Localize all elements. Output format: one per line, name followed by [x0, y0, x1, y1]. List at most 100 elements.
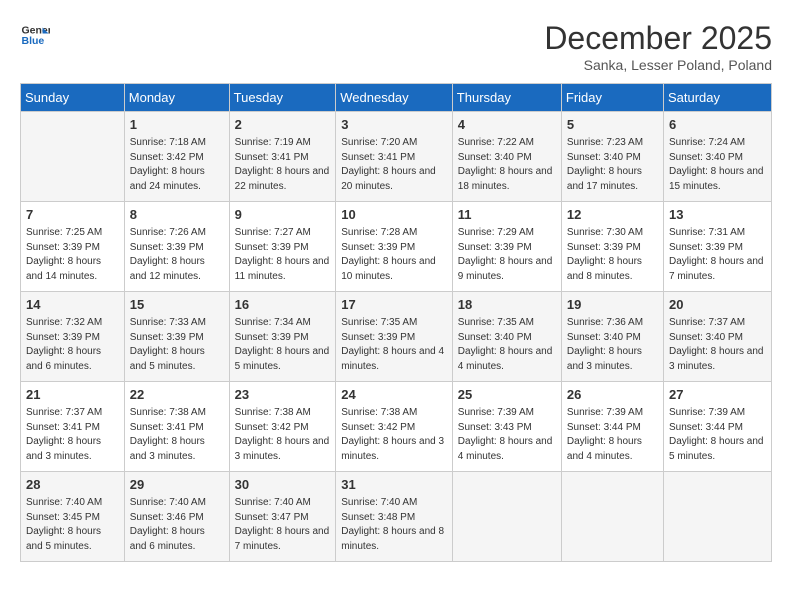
calendar-cell	[561, 472, 663, 562]
day-number: 17	[341, 296, 447, 314]
cell-info: Sunrise: 7:40 AMSunset: 3:46 PMDaylight:…	[130, 496, 224, 554]
col-friday: Friday	[561, 84, 663, 112]
cell-info: Sunrise: 7:23 AMSunset: 3:40 PMDaylight:…	[567, 136, 658, 194]
calendar-cell	[21, 112, 125, 202]
cell-info: Sunrise: 7:33 AMSunset: 3:39 PMDaylight:…	[130, 316, 224, 374]
calendar-week-4: 21 Sunrise: 7:37 AMSunset: 3:41 PMDayligh…	[21, 382, 772, 472]
day-number: 4	[458, 116, 556, 134]
cell-info: Sunrise: 7:38 AMSunset: 3:41 PMDaylight:…	[130, 406, 224, 464]
calendar-table: Sunday Monday Tuesday Wednesday Thursday…	[20, 83, 772, 562]
day-number: 11	[458, 206, 556, 224]
header-row: Sunday Monday Tuesday Wednesday Thursday…	[21, 84, 772, 112]
calendar-cell: 2 Sunrise: 7:19 AMSunset: 3:41 PMDaylight…	[229, 112, 336, 202]
calendar-cell: 21 Sunrise: 7:37 AMSunset: 3:41 PMDayligh…	[21, 382, 125, 472]
calendar-cell: 7Sunrise: 7:25 AMSunset: 3:39 PMDaylight…	[21, 202, 125, 292]
cell-info: Sunrise: 7:36 AMSunset: 3:40 PMDaylight:…	[567, 316, 658, 374]
day-number: 23	[235, 386, 331, 404]
cell-info: Sunrise: 7:29 AMSunset: 3:39 PMDaylight:…	[458, 226, 556, 284]
calendar-cell: 22 Sunrise: 7:38 AMSunset: 3:41 PMDayligh…	[124, 382, 229, 472]
calendar-week-5: 28 Sunrise: 7:40 AMSunset: 3:45 PMDayligh…	[21, 472, 772, 562]
calendar-cell: 31 Sunrise: 7:40 AMSunset: 3:48 PMDayligh…	[336, 472, 453, 562]
day-number: 22	[130, 386, 224, 404]
sub-title: Sanka, Lesser Poland, Poland	[544, 57, 772, 73]
cell-info: Sunrise: 7:39 AMSunset: 3:43 PMDaylight:…	[458, 406, 556, 464]
calendar-cell: 23 Sunrise: 7:38 AMSunset: 3:42 PMDayligh…	[229, 382, 336, 472]
day-number: 24	[341, 386, 447, 404]
cell-info: Sunrise: 7:38 AMSunset: 3:42 PMDaylight:…	[235, 406, 331, 464]
cell-info: Sunrise: 7:37 AMSunset: 3:41 PMDaylight:…	[26, 406, 119, 464]
calendar-cell: 18 Sunrise: 7:35 AMSunset: 3:40 PMDayligh…	[452, 292, 561, 382]
cell-info: Sunrise: 7:18 AMSunset: 3:42 PMDaylight:…	[130, 136, 224, 194]
day-number: 1	[130, 116, 224, 134]
day-number: 3	[341, 116, 447, 134]
col-thursday: Thursday	[452, 84, 561, 112]
calendar-cell: 24 Sunrise: 7:38 AMSunset: 3:42 PMDayligh…	[336, 382, 453, 472]
calendar-cell: 19 Sunrise: 7:36 AMSunset: 3:40 PMDayligh…	[561, 292, 663, 382]
day-number: 6	[669, 116, 766, 134]
cell-info: Sunrise: 7:40 AMSunset: 3:45 PMDaylight:…	[26, 496, 119, 554]
day-number: 19	[567, 296, 658, 314]
calendar-cell	[663, 472, 771, 562]
day-number: 25	[458, 386, 556, 404]
cell-info: Sunrise: 7:19 AMSunset: 3:41 PMDaylight:…	[235, 136, 331, 194]
day-number: 7	[26, 206, 119, 224]
day-number: 14	[26, 296, 119, 314]
calendar-cell: 14 Sunrise: 7:32 AMSunset: 3:39 PMDayligh…	[21, 292, 125, 382]
cell-info: Sunrise: 7:37 AMSunset: 3:40 PMDaylight:…	[669, 316, 766, 374]
col-tuesday: Tuesday	[229, 84, 336, 112]
cell-info: Sunrise: 7:40 AMSunset: 3:48 PMDaylight:…	[341, 496, 447, 554]
day-number: 20	[669, 296, 766, 314]
day-number: 21	[26, 386, 119, 404]
col-saturday: Saturday	[663, 84, 771, 112]
day-number: 13	[669, 206, 766, 224]
calendar-cell: 17Sunrise: 7:35 AMSunset: 3:39 PMDayligh…	[336, 292, 453, 382]
cell-info: Sunrise: 7:39 AMSunset: 3:44 PMDaylight:…	[567, 406, 658, 464]
col-monday: Monday	[124, 84, 229, 112]
calendar-cell	[452, 472, 561, 562]
calendar-cell: 30 Sunrise: 7:40 AMSunset: 3:47 PMDayligh…	[229, 472, 336, 562]
cell-info: Sunrise: 7:32 AMSunset: 3:39 PMDaylight:…	[26, 316, 119, 374]
day-number: 18	[458, 296, 556, 314]
cell-info: Sunrise: 7:38 AMSunset: 3:42 PMDaylight:…	[341, 406, 447, 464]
day-number: 30	[235, 476, 331, 494]
calendar-cell: 5Sunrise: 7:23 AMSunset: 3:40 PMDaylight…	[561, 112, 663, 202]
calendar-week-3: 14 Sunrise: 7:32 AMSunset: 3:39 PMDayligh…	[21, 292, 772, 382]
col-wednesday: Wednesday	[336, 84, 453, 112]
day-number: 9	[235, 206, 331, 224]
calendar-cell: 25 Sunrise: 7:39 AMSunset: 3:43 PMDayligh…	[452, 382, 561, 472]
day-number: 27	[669, 386, 766, 404]
calendar-cell: 9 Sunrise: 7:27 AMSunset: 3:39 PMDaylight…	[229, 202, 336, 292]
calendar-cell: 6Sunrise: 7:24 AMSunset: 3:40 PMDaylight…	[663, 112, 771, 202]
logo: General Blue	[20, 20, 50, 50]
calendar-cell: 13 Sunrise: 7:31 AMSunset: 3:39 PMDayligh…	[663, 202, 771, 292]
cell-info: Sunrise: 7:34 AMSunset: 3:39 PMDaylight:…	[235, 316, 331, 374]
cell-info: Sunrise: 7:30 AMSunset: 3:39 PMDaylight:…	[567, 226, 658, 284]
calendar-cell: 3Sunrise: 7:20 AMSunset: 3:41 PMDaylight…	[336, 112, 453, 202]
day-number: 8	[130, 206, 224, 224]
day-number: 10	[341, 206, 447, 224]
cell-info: Sunrise: 7:40 AMSunset: 3:47 PMDaylight:…	[235, 496, 331, 554]
cell-info: Sunrise: 7:31 AMSunset: 3:39 PMDaylight:…	[669, 226, 766, 284]
day-number: 28	[26, 476, 119, 494]
calendar-cell: 11 Sunrise: 7:29 AMSunset: 3:39 PMDayligh…	[452, 202, 561, 292]
cell-info: Sunrise: 7:27 AMSunset: 3:39 PMDaylight:…	[235, 226, 331, 284]
calendar-cell: 20 Sunrise: 7:37 AMSunset: 3:40 PMDayligh…	[663, 292, 771, 382]
day-number: 31	[341, 476, 447, 494]
calendar-week-2: 7Sunrise: 7:25 AMSunset: 3:39 PMDaylight…	[21, 202, 772, 292]
col-sunday: Sunday	[21, 84, 125, 112]
calendar-cell: 4 Sunrise: 7:22 AMSunset: 3:40 PMDaylight…	[452, 112, 561, 202]
calendar-cell: 16Sunrise: 7:34 AMSunset: 3:39 PMDayligh…	[229, 292, 336, 382]
calendar-cell: 8Sunrise: 7:26 AMSunset: 3:39 PMDaylight…	[124, 202, 229, 292]
cell-info: Sunrise: 7:39 AMSunset: 3:44 PMDaylight:…	[669, 406, 766, 464]
calendar-cell: 26 Sunrise: 7:39 AMSunset: 3:44 PMDayligh…	[561, 382, 663, 472]
calendar-cell: 1 Sunrise: 7:18 AMSunset: 3:42 PMDaylight…	[124, 112, 229, 202]
main-title: December 2025	[544, 20, 772, 57]
day-number: 12	[567, 206, 658, 224]
day-number: 26	[567, 386, 658, 404]
calendar-cell: 15Sunrise: 7:33 AMSunset: 3:39 PMDayligh…	[124, 292, 229, 382]
calendar-cell: 28 Sunrise: 7:40 AMSunset: 3:45 PMDayligh…	[21, 472, 125, 562]
cell-info: Sunrise: 7:35 AMSunset: 3:40 PMDaylight:…	[458, 316, 556, 374]
logo-icon: General Blue	[20, 20, 50, 50]
day-number: 2	[235, 116, 331, 134]
cell-info: Sunrise: 7:22 AMSunset: 3:40 PMDaylight:…	[458, 136, 556, 194]
